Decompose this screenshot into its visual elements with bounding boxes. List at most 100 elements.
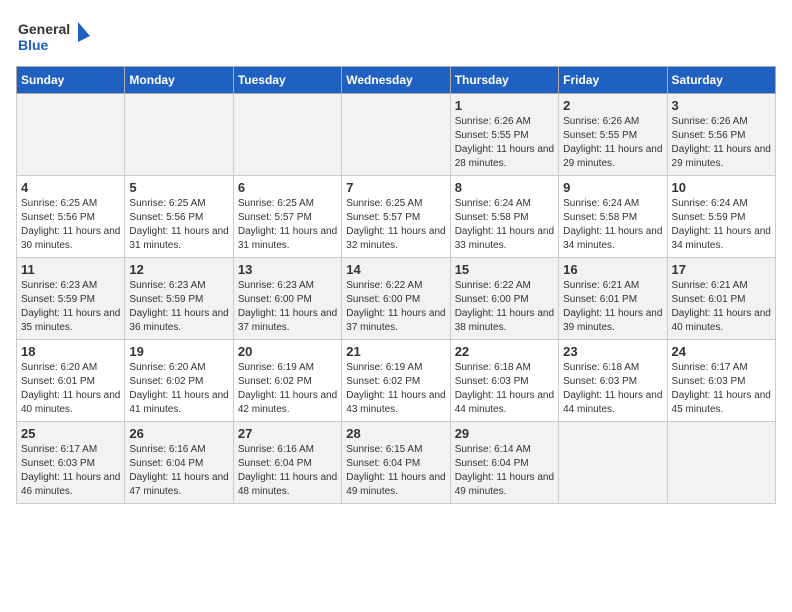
day-number: 13 [238, 262, 337, 277]
week-row-4: 18 Sunrise: 6:20 AM Sunset: 6:01 PM Dayli… [17, 340, 776, 422]
day-number: 20 [238, 344, 337, 359]
calendar-cell: 16 Sunrise: 6:21 AM Sunset: 6:01 PM Dayli… [559, 258, 667, 340]
header: GeneralBlue [16, 16, 776, 56]
day-info: Sunrise: 6:25 AM Sunset: 5:57 PM Dayligh… [238, 197, 337, 253]
calendar-cell: 29 Sunrise: 6:14 AM Sunset: 6:04 PM Dayli… [450, 422, 558, 504]
day-number: 24 [672, 344, 771, 359]
day-number: 23 [563, 344, 662, 359]
week-row-1: 1 Sunrise: 6:26 AM Sunset: 5:55 PM Daylig… [17, 94, 776, 176]
day-info: Sunrise: 6:20 AM Sunset: 6:01 PM Dayligh… [21, 361, 120, 417]
svg-text:Blue: Blue [18, 37, 49, 53]
day-number: 10 [672, 180, 771, 195]
calendar-cell [667, 422, 775, 504]
day-number: 19 [129, 344, 228, 359]
day-number: 16 [563, 262, 662, 277]
calendar-cell: 17Sunrise: 6:21 AM Sunset: 6:01 PM Dayli… [667, 258, 775, 340]
day-number: 2 [563, 98, 662, 113]
calendar-cell: 28 Sunrise: 6:15 AM Sunset: 6:04 PM Dayli… [342, 422, 450, 504]
svg-text:General: General [18, 21, 70, 37]
day-info: Sunrise: 6:25 AM Sunset: 5:56 PM Dayligh… [129, 197, 228, 253]
day-number: 15 [455, 262, 554, 277]
day-number: 8 [455, 180, 554, 195]
day-info: Sunrise: 6:14 AM Sunset: 6:04 PM Dayligh… [455, 443, 554, 499]
calendar-cell: 19 Sunrise: 6:20 AM Sunset: 6:02 PM Dayli… [125, 340, 233, 422]
weekday-header-friday: Friday [559, 67, 667, 94]
day-info: Sunrise: 6:25 AM Sunset: 5:56 PM Dayligh… [21, 197, 120, 253]
day-number: 26 [129, 426, 228, 441]
day-info: Sunrise: 6:25 AM Sunset: 5:57 PM Dayligh… [346, 197, 445, 253]
calendar-cell: 27 Sunrise: 6:16 AM Sunset: 6:04 PM Dayli… [233, 422, 341, 504]
calendar-cell [17, 94, 125, 176]
day-number: 7 [346, 180, 445, 195]
calendar-cell: 12Sunrise: 6:23 AM Sunset: 5:59 PM Dayli… [125, 258, 233, 340]
calendar-cell [233, 94, 341, 176]
day-number: 28 [346, 426, 445, 441]
day-info: Sunrise: 6:24 AM Sunset: 5:58 PM Dayligh… [455, 197, 554, 253]
calendar-cell: 3Sunrise: 6:26 AM Sunset: 5:56 PM Daylig… [667, 94, 775, 176]
day-info: Sunrise: 6:19 AM Sunset: 6:02 PM Dayligh… [238, 361, 337, 417]
day-info: Sunrise: 6:22 AM Sunset: 6:00 PM Dayligh… [455, 279, 554, 335]
day-number: 14 [346, 262, 445, 277]
calendar-cell: 14 Sunrise: 6:22 AM Sunset: 6:00 PM Dayli… [342, 258, 450, 340]
logo: GeneralBlue [16, 16, 96, 56]
weekday-header-sunday: Sunday [17, 67, 125, 94]
logo-icon: GeneralBlue [16, 16, 96, 56]
calendar-cell: 20 Sunrise: 6:19 AM Sunset: 6:02 PM Dayli… [233, 340, 341, 422]
day-number: 3 [672, 98, 771, 113]
weekday-header-monday: Monday [125, 67, 233, 94]
weekday-header-saturday: Saturday [667, 67, 775, 94]
calendar-cell [559, 422, 667, 504]
calendar-cell: 26 Sunrise: 6:16 AM Sunset: 6:04 PM Dayli… [125, 422, 233, 504]
calendar-cell: 15 Sunrise: 6:22 AM Sunset: 6:00 PM Dayli… [450, 258, 558, 340]
calendar-cell: 4 Sunrise: 6:25 AM Sunset: 5:56 PM Daylig… [17, 176, 125, 258]
calendar-cell: 10 Sunrise: 6:24 AM Sunset: 5:59 PM Dayli… [667, 176, 775, 258]
week-row-3: 11Sunrise: 6:23 AM Sunset: 5:59 PM Dayli… [17, 258, 776, 340]
day-number: 25 [21, 426, 120, 441]
day-info: Sunrise: 6:21 AM Sunset: 6:01 PM Dayligh… [563, 279, 662, 335]
day-info: Sunrise: 6:18 AM Sunset: 6:03 PM Dayligh… [563, 361, 662, 417]
calendar-cell: 11Sunrise: 6:23 AM Sunset: 5:59 PM Dayli… [17, 258, 125, 340]
calendar-cell: 5 Sunrise: 6:25 AM Sunset: 5:56 PM Daylig… [125, 176, 233, 258]
weekday-header-wednesday: Wednesday [342, 67, 450, 94]
day-info: Sunrise: 6:15 AM Sunset: 6:04 PM Dayligh… [346, 443, 445, 499]
day-number: 1 [455, 98, 554, 113]
weekday-header-tuesday: Tuesday [233, 67, 341, 94]
day-number: 4 [21, 180, 120, 195]
calendar-cell: 24 Sunrise: 6:17 AM Sunset: 6:03 PM Dayli… [667, 340, 775, 422]
calendar-cell: 1Sunrise: 6:26 AM Sunset: 5:55 PM Daylig… [450, 94, 558, 176]
week-row-5: 25 Sunrise: 6:17 AM Sunset: 6:03 PM Dayli… [17, 422, 776, 504]
day-number: 5 [129, 180, 228, 195]
calendar-table: SundayMondayTuesdayWednesdayThursdayFrid… [16, 66, 776, 504]
day-info: Sunrise: 6:24 AM Sunset: 5:59 PM Dayligh… [672, 197, 771, 253]
day-info: Sunrise: 6:23 AM Sunset: 5:59 PM Dayligh… [21, 279, 120, 335]
day-number: 21 [346, 344, 445, 359]
calendar-cell [342, 94, 450, 176]
calendar-cell: 2 Sunrise: 6:26 AM Sunset: 5:55 PM Daylig… [559, 94, 667, 176]
day-info: Sunrise: 6:22 AM Sunset: 6:00 PM Dayligh… [346, 279, 445, 335]
day-number: 9 [563, 180, 662, 195]
day-number: 6 [238, 180, 337, 195]
calendar-cell: 25 Sunrise: 6:17 AM Sunset: 6:03 PM Dayli… [17, 422, 125, 504]
calendar-cell: 21 Sunrise: 6:19 AM Sunset: 6:02 PM Dayli… [342, 340, 450, 422]
calendar-cell: 18 Sunrise: 6:20 AM Sunset: 6:01 PM Dayli… [17, 340, 125, 422]
weekday-header-row: SundayMondayTuesdayWednesdayThursdayFrid… [17, 67, 776, 94]
day-info: Sunrise: 6:17 AM Sunset: 6:03 PM Dayligh… [672, 361, 771, 417]
day-number: 27 [238, 426, 337, 441]
calendar-cell: 7 Sunrise: 6:25 AM Sunset: 5:57 PM Daylig… [342, 176, 450, 258]
day-info: Sunrise: 6:20 AM Sunset: 6:02 PM Dayligh… [129, 361, 228, 417]
day-info: Sunrise: 6:17 AM Sunset: 6:03 PM Dayligh… [21, 443, 120, 499]
day-info: Sunrise: 6:18 AM Sunset: 6:03 PM Dayligh… [455, 361, 554, 417]
day-info: Sunrise: 6:26 AM Sunset: 5:55 PM Dayligh… [563, 115, 662, 171]
calendar-cell: 13 Sunrise: 6:23 AM Sunset: 6:00 PM Dayli… [233, 258, 341, 340]
day-number: 29 [455, 426, 554, 441]
day-info: Sunrise: 6:19 AM Sunset: 6:02 PM Dayligh… [346, 361, 445, 417]
calendar-cell: 8 Sunrise: 6:24 AM Sunset: 5:58 PM Daylig… [450, 176, 558, 258]
calendar-cell: 9Sunrise: 6:24 AM Sunset: 5:58 PM Daylig… [559, 176, 667, 258]
day-number: 22 [455, 344, 554, 359]
day-number: 18 [21, 344, 120, 359]
day-info: Sunrise: 6:16 AM Sunset: 6:04 PM Dayligh… [129, 443, 228, 499]
day-info: Sunrise: 6:16 AM Sunset: 6:04 PM Dayligh… [238, 443, 337, 499]
day-info: Sunrise: 6:21 AM Sunset: 6:01 PM Dayligh… [672, 279, 771, 335]
calendar-cell: 22 Sunrise: 6:18 AM Sunset: 6:03 PM Dayli… [450, 340, 558, 422]
day-info: Sunrise: 6:23 AM Sunset: 6:00 PM Dayligh… [238, 279, 337, 335]
